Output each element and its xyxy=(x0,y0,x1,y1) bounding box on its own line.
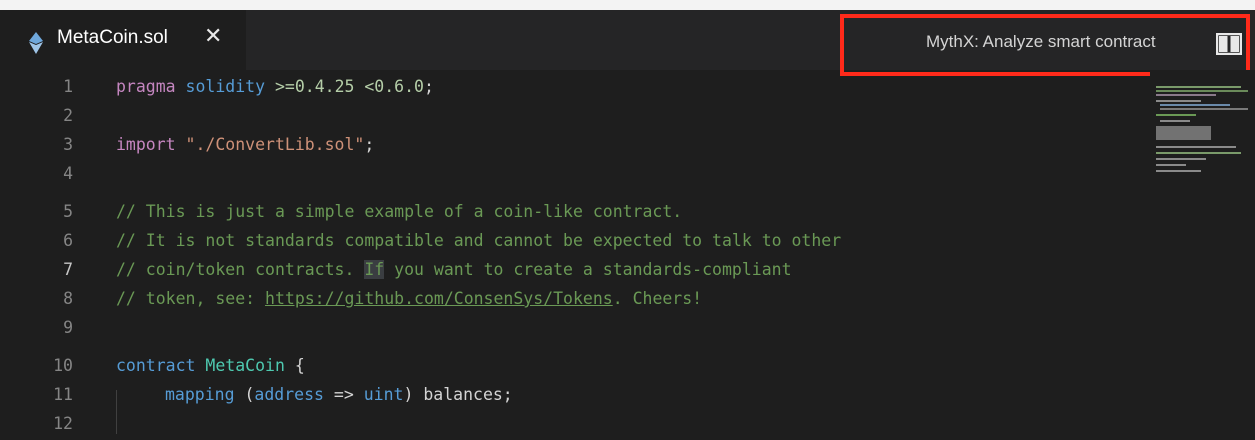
code-line: 11 mapping (address => uint) balances; xyxy=(0,382,1150,411)
line-number: 4 xyxy=(63,164,73,183)
comment: . Cheers! xyxy=(612,289,703,308)
comment: // It is not standards compatible and ca… xyxy=(116,231,842,250)
keyword: import xyxy=(116,135,176,154)
operator: => xyxy=(323,385,364,404)
version-range: >=0.4.25 <0.6.0 xyxy=(274,77,424,96)
line-number: 10 xyxy=(53,356,73,375)
close-icon[interactable]: ✕ xyxy=(204,24,222,49)
code-line: 9 xyxy=(0,315,1150,344)
comment: you want to create a standards-compliant xyxy=(384,260,792,279)
keyword: contract xyxy=(116,356,196,375)
code-editor[interactable]: 1 pragma solidity >=0.4.25 <0.6.0; 2 3 i… xyxy=(0,70,1150,434)
line-number: 6 xyxy=(63,231,73,250)
punctuation: ( xyxy=(234,385,255,404)
punctuation: { xyxy=(284,356,305,375)
code-line: 2 xyxy=(0,103,1150,132)
code-line: 4 xyxy=(0,161,1150,190)
identifier: ) balances; xyxy=(403,385,513,404)
contract-name: MetaCoin xyxy=(205,356,285,375)
code-line: 3 import "./ConvertLib.sol"; xyxy=(0,132,1150,161)
tab-label: MetaCoin.sol xyxy=(57,27,168,48)
comment-link[interactable]: https://github.com/ConsenSys/Tokens xyxy=(265,289,613,308)
window-top-strip xyxy=(0,0,1255,10)
identifier: solidity xyxy=(185,77,266,96)
code-line-active: 7 // coin/token contracts. If you want t… xyxy=(0,257,1150,286)
type-name: uint xyxy=(363,385,404,404)
line-number: 8 xyxy=(63,289,73,308)
string-literal: "./ConvertLib.sol" xyxy=(185,135,365,154)
code-line: 5 // This is just a simple example of a … xyxy=(0,199,1150,228)
line-number: 2 xyxy=(63,106,73,125)
line-number: 1 xyxy=(63,77,73,96)
solidity-file-icon xyxy=(29,32,43,54)
code-line: 6 // It is not standards compatible and … xyxy=(0,228,1150,257)
comment: // coin/token contracts. xyxy=(116,260,365,279)
line-number: 11 xyxy=(53,385,73,404)
comment: // This is just a simple example of a co… xyxy=(116,202,683,221)
line-number: 12 xyxy=(53,414,73,433)
annotation-highlight-box xyxy=(840,14,1250,76)
keyword: pragma xyxy=(116,77,176,96)
line-number: 7 xyxy=(63,260,73,279)
punctuation: ; xyxy=(423,77,434,96)
code-line: 10 contract MetaCoin { xyxy=(0,353,1150,382)
keyword: mapping xyxy=(165,385,235,404)
code-line: 8 // token, see: https://github.com/Cons… xyxy=(0,286,1150,315)
line-number: 5 xyxy=(63,202,73,221)
line-number: 3 xyxy=(63,135,73,154)
comment: // token, see: xyxy=(116,289,266,308)
minimap[interactable] xyxy=(1150,70,1255,434)
word-highlight: If xyxy=(364,260,385,279)
type-name: address xyxy=(254,385,324,404)
tab-metacoin-sol[interactable]: MetaCoin.sol ✕ xyxy=(0,10,246,72)
punctuation: ; xyxy=(364,135,375,154)
code-line: 12 xyxy=(0,411,1150,440)
code-line: 1 pragma solidity >=0.4.25 <0.6.0; xyxy=(0,74,1150,103)
line-number: 9 xyxy=(63,318,73,337)
